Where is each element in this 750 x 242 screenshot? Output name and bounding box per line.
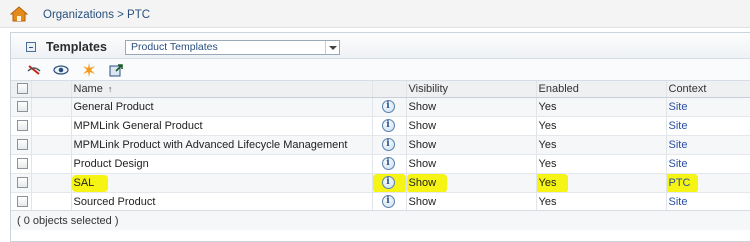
context-link[interactable]: Site — [666, 154, 750, 174]
breadcrumb[interactable]: Organizations > PTC — [43, 9, 150, 21]
row-select-cell — [11, 97, 32, 117]
visibility-value: Show — [406, 154, 537, 174]
enabled-value: Yes — [538, 176, 557, 189]
enabled-value: Yes — [536, 154, 667, 174]
template-name[interactable]: MPMLink General Product — [71, 116, 373, 136]
template-type-select[interactable]: Product Templates — [125, 40, 340, 55]
panel-title: Templates — [46, 40, 107, 54]
enabled-value: Yes — [536, 192, 667, 212]
context-link[interactable]: Site — [666, 116, 750, 136]
row-select-cell — [11, 154, 32, 174]
visibility-value: Show — [406, 97, 537, 117]
spacer-cell — [31, 173, 72, 193]
collapse-icon[interactable] — [26, 42, 36, 52]
info-icon[interactable]: i — [381, 100, 395, 113]
template-name[interactable]: SAL — [74, 177, 95, 189]
home-icon[interactable] — [10, 6, 28, 22]
row-select-cell — [11, 135, 32, 155]
context-link[interactable]: Site — [666, 135, 750, 155]
visibility-value: Show — [406, 135, 537, 155]
column-header-enabled[interactable]: Enabled — [536, 81, 667, 98]
table-header-row: Name ↑ Visibility Enabled Context — [11, 81, 750, 98]
table-row[interactable]: MPMLink General Product i Show Yes Site — [11, 116, 750, 136]
spacer-cell — [31, 97, 72, 117]
template-name[interactable]: Product Design — [71, 154, 373, 174]
spacer-cell — [31, 192, 72, 212]
sort-ascending-icon[interactable]: ↑ — [108, 84, 113, 94]
template-name[interactable]: General Product — [71, 97, 373, 117]
spacer-cell — [31, 116, 72, 136]
row-checkbox[interactable] — [17, 139, 28, 151]
info-icon[interactable]: i — [381, 119, 395, 132]
row-checkbox[interactable] — [17, 120, 28, 132]
spacer-header — [31, 81, 72, 98]
info-cell: i — [372, 135, 407, 155]
column-header-name-label: Name — [73, 82, 103, 95]
visibility-value: Show — [408, 176, 437, 189]
templates-table: Name ↑ Visibility Enabled Context General… — [11, 81, 750, 212]
table-row[interactable]: MPMLink Product with Advanced Lifecycle … — [11, 135, 750, 155]
column-header-name[interactable]: Name ↑ — [71, 81, 373, 98]
selection-count: ( 0 objects selected ) — [17, 215, 119, 227]
context-link[interactable]: Site — [666, 192, 750, 212]
row-checkbox[interactable] — [17, 196, 28, 208]
info-icon[interactable]: i — [381, 157, 395, 170]
template-name[interactable]: MPMLink Product with Advanced Lifecycle … — [71, 135, 373, 155]
template-name-cell: SAL — [71, 173, 373, 193]
table-row[interactable]: General Product i Show Yes Site — [11, 97, 750, 117]
info-icon[interactable]: i — [381, 138, 395, 151]
top-bar: Organizations > PTC — [0, 0, 750, 28]
hide-icon[interactable] — [26, 62, 42, 78]
enabled-value: Yes — [536, 97, 667, 117]
table-row[interactable]: Product Design i Show Yes Site — [11, 154, 750, 174]
table-row[interactable]: Sourced Product i Show Yes Site — [11, 192, 750, 212]
template-name[interactable]: Sourced Product — [71, 192, 373, 212]
spacer-cell — [31, 135, 72, 155]
context-link[interactable]: PTC — [669, 177, 691, 189]
row-select-cell — [11, 173, 32, 193]
info-cell: i — [372, 116, 407, 136]
column-header-context[interactable]: Context — [666, 81, 750, 98]
visibility-cell: Show — [406, 173, 537, 193]
chevron-down-icon[interactable] — [325, 41, 339, 54]
toolbar — [11, 59, 750, 81]
table-footer: ( 0 objects selected ) — [11, 210, 750, 230]
context-cell: PTC — [666, 173, 750, 193]
select-all-checkbox[interactable] — [17, 83, 28, 95]
templates-panel: Templates Product Templates Name ↑ Visib… — [10, 32, 750, 242]
info-cell: i — [372, 192, 407, 212]
column-header-visibility[interactable]: Visibility — [406, 81, 537, 98]
row-checkbox[interactable] — [17, 101, 28, 113]
info-icon[interactable]: i — [381, 195, 395, 208]
info-column-header — [372, 81, 407, 98]
table-row[interactable]: SAL i Show Yes PTC — [11, 173, 750, 193]
enabled-cell: Yes — [536, 173, 667, 193]
enabled-value: Yes — [536, 116, 667, 136]
context-link[interactable]: Site — [666, 97, 750, 117]
export-icon[interactable] — [108, 62, 124, 78]
row-select-cell — [11, 192, 32, 212]
row-checkbox[interactable] — [17, 158, 28, 170]
select-all-header[interactable] — [11, 81, 32, 98]
info-cell: i — [372, 154, 407, 174]
enabled-value: Yes — [536, 135, 667, 155]
info-icon[interactable]: i — [381, 176, 395, 189]
row-select-cell — [11, 116, 32, 136]
info-cell: i — [372, 97, 407, 117]
spacer-cell — [31, 154, 72, 174]
visibility-value: Show — [406, 116, 537, 136]
panel-header: Templates Product Templates — [11, 33, 750, 59]
visibility-value: Show — [406, 192, 537, 212]
info-cell: i — [372, 173, 407, 193]
new-icon[interactable] — [81, 62, 97, 78]
row-checkbox[interactable] — [17, 177, 28, 189]
template-type-select-value: Product Templates — [131, 41, 218, 53]
view-icon[interactable] — [53, 62, 69, 78]
